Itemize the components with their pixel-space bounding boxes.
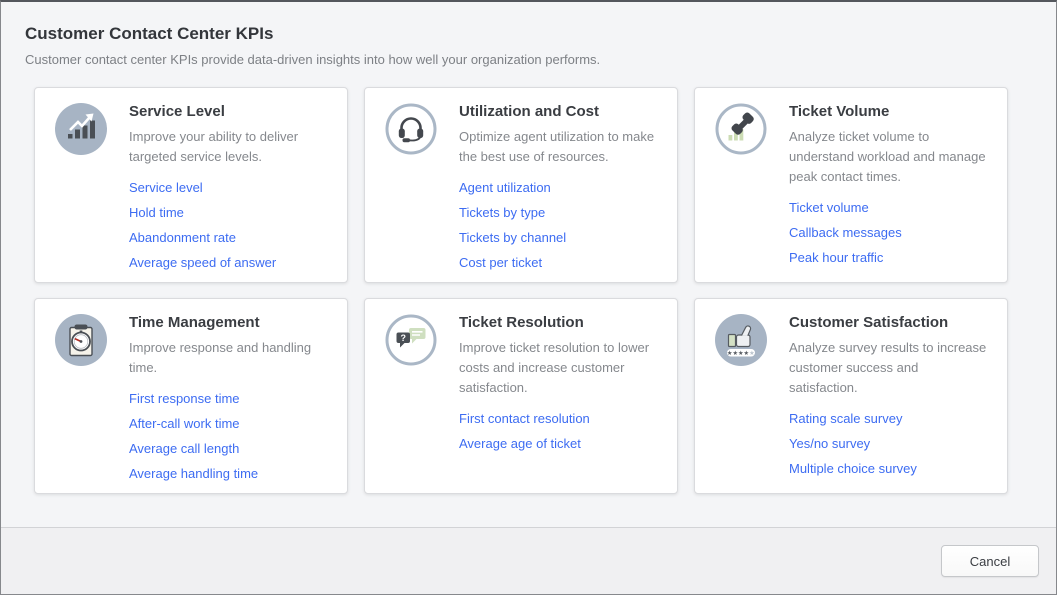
kpi-card-utilization-and-cost: Utilization and Cost Optimize agent util… (364, 87, 678, 283)
kpi-link-average-age-of-ticket[interactable]: Average age of ticket (459, 436, 659, 451)
bar-chart-trend-icon (55, 103, 107, 155)
kpi-link-ticket-volume[interactable]: Ticket volume (789, 200, 989, 215)
kpi-link-agent-utilization[interactable]: Agent utilization (459, 180, 659, 195)
card-title: Ticket Volume (789, 103, 989, 120)
cancel-button[interactable]: Cancel (941, 545, 1039, 577)
stopwatch-clipboard-icon (55, 314, 107, 366)
card-title: Ticket Resolution (459, 314, 659, 331)
thumbs-up-rating-icon: ★★★★★ (715, 314, 767, 366)
svg-text:?: ? (401, 333, 407, 343)
card-description: Improve ticket resolution to lower costs… (459, 338, 659, 398)
kpi-link-average-handling-time[interactable]: Average handling time (129, 466, 329, 481)
kpi-link-rating-scale-survey[interactable]: Rating scale survey (789, 411, 989, 426)
kpi-card-grid: Service Level Improve your ability to de… (34, 87, 1008, 494)
kpi-card-ticket-volume: Ticket Volume Analyze ticket volume to u… (694, 87, 1008, 283)
kpi-card-ticket-resolution: ? Ticket Resolution Improve ticket resol… (364, 298, 678, 494)
kpi-link-yes-no-survey[interactable]: Yes/no survey (789, 436, 989, 451)
card-title: Utilization and Cost (459, 103, 659, 120)
svg-text:★★★★★: ★★★★★ (727, 350, 755, 357)
card-description: Improve your ability to deliver targeted… (129, 127, 329, 167)
kpi-link-cost-per-ticket[interactable]: Cost per ticket (459, 255, 659, 270)
card-title: Service Level (129, 103, 329, 120)
kpi-link-hold-time[interactable]: Hold time (129, 205, 329, 220)
kpi-card-customer-satisfaction: ★★★★★ Customer Satisfaction Analyze surv… (694, 298, 1008, 494)
kpi-link-after-call-work-time[interactable]: After-call work time (129, 416, 329, 431)
card-description: Optimize agent utilization to make the b… (459, 127, 659, 167)
card-description: Analyze survey results to increase custo… (789, 338, 989, 398)
card-description: Improve response and handling time. (129, 338, 329, 378)
page-title: Customer Contact Center KPIs (1, 24, 1056, 44)
phone-bars-icon (715, 103, 767, 155)
card-title: Time Management (129, 314, 329, 331)
kpi-link-tickets-by-type[interactable]: Tickets by type (459, 205, 659, 220)
kpi-link-service-level[interactable]: Service level (129, 180, 329, 195)
kpi-link-callback-messages[interactable]: Callback messages (789, 225, 989, 240)
dialog-content: Customer Contact Center KPIs Customer co… (1, 2, 1056, 527)
kpi-link-abandonment-rate[interactable]: Abandonment rate (129, 230, 329, 245)
kpi-card-service-level: Service Level Improve your ability to de… (34, 87, 348, 283)
page-subtitle: Customer contact center KPIs provide dat… (1, 52, 1056, 67)
kpi-link-list: First response time After-call work time… (129, 391, 329, 481)
chat-question-icon: ? (385, 314, 437, 366)
kpi-link-list: First contact resolution Average age of … (459, 411, 659, 451)
kpi-link-multiple-choice-survey[interactable]: Multiple choice survey (789, 461, 989, 476)
kpi-dialog: Customer Contact Center KPIs Customer co… (0, 0, 1057, 595)
headset-icon (385, 103, 437, 155)
kpi-link-peak-hour-traffic[interactable]: Peak hour traffic (789, 250, 989, 265)
kpi-link-first-contact-resolution[interactable]: First contact resolution (459, 411, 659, 426)
kpi-link-list: Ticket volume Callback messages Peak hou… (789, 200, 989, 265)
kpi-link-average-call-length[interactable]: Average call length (129, 441, 329, 456)
dialog-footer: Cancel (1, 527, 1056, 594)
kpi-link-list: Agent utilization Tickets by type Ticket… (459, 180, 659, 270)
kpi-card-time-management: Time Management Improve response and han… (34, 298, 348, 494)
kpi-link-first-response-time[interactable]: First response time (129, 391, 329, 406)
kpi-link-list: Rating scale survey Yes/no survey Multip… (789, 411, 989, 476)
card-title: Customer Satisfaction (789, 314, 989, 331)
kpi-link-list: Service level Hold time Abandonment rate… (129, 180, 329, 270)
card-description: Analyze ticket volume to understand work… (789, 127, 989, 187)
kpi-link-average-speed-of-answer[interactable]: Average speed of answer (129, 255, 329, 270)
kpi-link-tickets-by-channel[interactable]: Tickets by channel (459, 230, 659, 245)
